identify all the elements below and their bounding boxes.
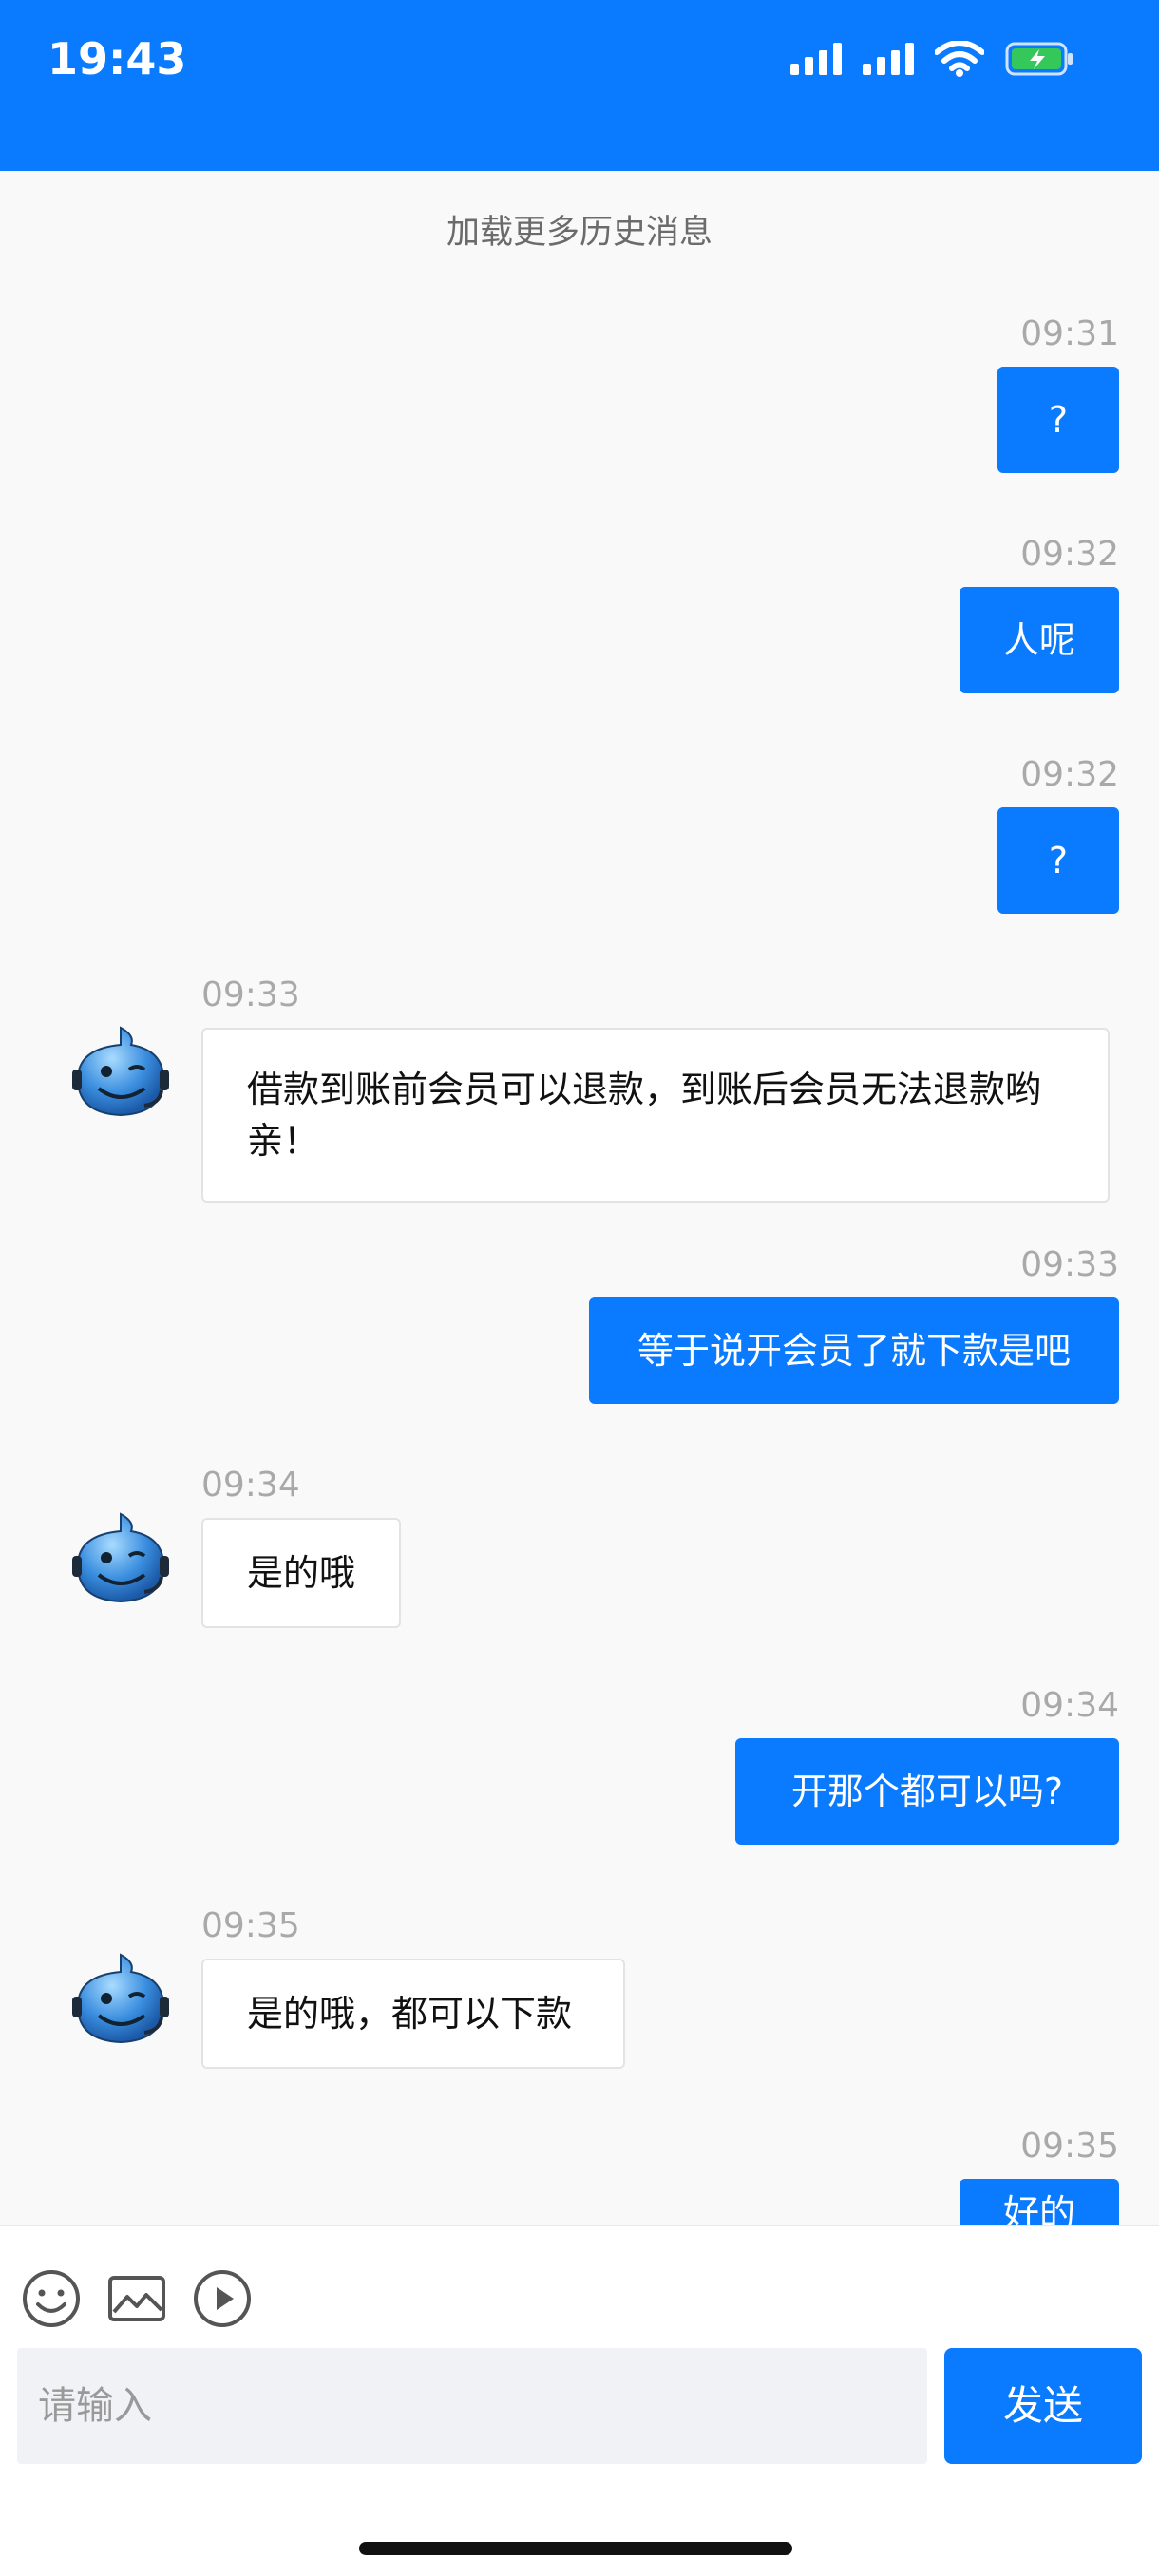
emoji-icon[interactable] [21,2268,82,2329]
outgoing-message-bubble[interactable]: 好的 [960,2179,1119,2225]
incoming-message-bubble[interactable]: 是的哦 [201,1518,401,1628]
send-button[interactable]: 发送 [944,2348,1142,2464]
message-timestamp: 09:34 [201,1466,300,1505]
outgoing-message-bubble[interactable]: 等于说开会员了就下款是吧 [589,1297,1119,1404]
status-time: 19:43 [48,33,187,85]
agent-avatar-icon [72,1026,169,1117]
message-input[interactable]: 请输入 [17,2348,927,2464]
status-bar: 19:43 [0,0,1159,171]
signal-icon [863,43,914,75]
message-text-line: 借款到账前会员可以退款，到账后会员无法退款哟 [247,1069,1042,1110]
load-more-history-link[interactable]: 加载更多历史消息 [0,205,1159,254]
outgoing-message-bubble[interactable]: ? [998,367,1119,473]
incoming-message-bubble[interactable]: 借款到账前会员可以退款，到账后会员无法退款哟 亲！ [201,1028,1110,1203]
message-timestamp: 09:33 [201,975,300,1014]
chat-screen: 19:43 加载更多历史消息 09:31 ? 09:32 人呢 09:32 ? … [0,0,1159,2576]
outgoing-message-bubble[interactable]: 人呢 [960,587,1119,693]
agent-avatar-icon [72,1953,169,2044]
agent-avatar [68,1022,173,1127]
incoming-message-bubble[interactable]: 是的哦，都可以下款 [201,1959,625,2069]
video-icon[interactable] [192,2268,253,2329]
signal-icon [790,43,842,75]
agent-avatar-icon [72,1512,169,1603]
message-composer: 请输入 发送 [0,2225,1159,2576]
message-timestamp: 09:32 [1020,535,1119,574]
message-timestamp: 09:33 [1020,1245,1119,1284]
outgoing-message-bubble[interactable]: ? [998,807,1119,914]
agent-avatar [68,1949,173,2054]
outgoing-message-bubble[interactable]: 开那个都可以吗? [735,1738,1119,1845]
message-timestamp: 09:35 [201,1906,300,1945]
status-icons [790,34,1074,84]
agent-avatar [68,1508,173,1613]
chat-area[interactable]: 加载更多历史消息 09:31 ? 09:32 人呢 09:32 ? 09:33 [0,171,1159,2225]
message-timestamp: 09:31 [1020,314,1119,353]
message-timestamp: 09:34 [1020,1686,1119,1725]
message-text-line: 亲！ [247,1120,320,1162]
image-icon[interactable] [106,2268,167,2329]
home-indicator [359,2542,792,2555]
battery-charging-icon [1005,41,1074,77]
wifi-icon [935,41,984,77]
message-timestamp: 09:35 [1020,2127,1119,2166]
message-timestamp: 09:32 [1020,755,1119,794]
